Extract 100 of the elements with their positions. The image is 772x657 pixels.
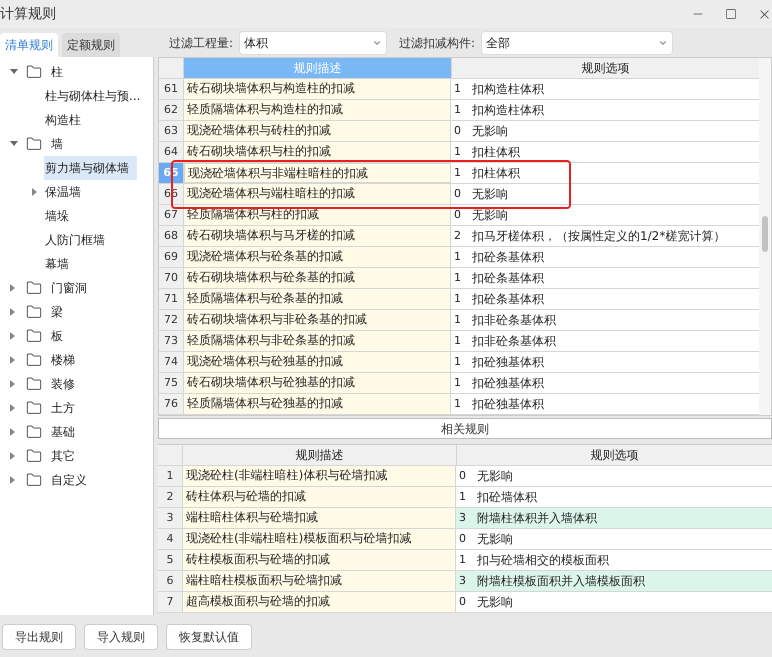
table-cell: 现浇砼墙体积与砼条基的扣减 <box>184 247 451 267</box>
folder-icon <box>26 376 42 392</box>
section-header: 相关规则 <box>158 418 772 439</box>
filter-label: 过滤扣减构件: <box>399 35 476 52</box>
table-cell: 轻质隔墙体积与砼独基的扣减 <box>184 394 451 414</box>
table-cell: 砖柱体积与砼墙的扣减 <box>183 487 456 507</box>
table-cell: 轻质隔墙体积与构造柱的扣减 <box>184 100 451 120</box>
folder-icon <box>26 400 42 416</box>
table-cell: 端柱暗柱模板面积与砼墙扣减 <box>183 571 456 591</box>
tree-item[interactable]: 梁 <box>50 300 64 324</box>
scrollbar-thumb[interactable] <box>762 216 768 252</box>
collapsed-caret-icon[interactable] <box>10 308 16 316</box>
row-number: 64 <box>159 142 184 162</box>
table-cell: 轻质隔墙体积与砼条基的扣减 <box>184 289 451 309</box>
tree-item[interactable]: 柱 <box>50 60 64 84</box>
row-number: 7 <box>158 592 183 612</box>
action-button[interactable]: 导入规则 <box>84 624 158 650</box>
tree-item[interactable]: 其它 <box>50 444 76 468</box>
option-cell: 3 附墙柱模板面积并入墙模板面积 <box>456 571 772 591</box>
row-number: 68 <box>159 226 184 246</box>
tree-item[interactable]: 楼梯 <box>50 348 76 372</box>
collapsed-caret-icon[interactable] <box>32 188 38 196</box>
collapsed-caret-icon[interactable] <box>10 332 16 340</box>
row-number: 62 <box>159 100 184 120</box>
column-header[interactable]: 规则选项 <box>451 58 759 78</box>
row-number: 75 <box>159 373 184 393</box>
row-number: 5 <box>158 550 183 570</box>
row-number: 72 <box>159 310 184 330</box>
row-number: 6 <box>158 571 183 591</box>
folder-icon <box>26 352 42 368</box>
tree-item[interactable]: 自定义 <box>50 468 88 492</box>
table-cell: 端柱暗柱体积与砼墙扣减 <box>183 508 456 528</box>
collapsed-caret-icon[interactable] <box>10 404 16 412</box>
table-cell: 超高模板面积与砼墙的扣减 <box>183 592 456 612</box>
table-cell: 砖石砌块墙体积与构造柱的扣减 <box>184 79 451 99</box>
tree-item[interactable]: 保温墙 <box>44 180 82 204</box>
collapsed-caret-icon[interactable] <box>10 380 16 388</box>
row-number: 69 <box>159 247 184 267</box>
table-cell: 轻质隔墙体积与柱的扣减 <box>184 205 451 225</box>
folder-icon <box>26 472 42 488</box>
table-cell: 现浇砼墙体积与非端柱暗柱的扣减 <box>184 163 451 183</box>
table-cell: 现浇砼墙体积与砖柱的扣减 <box>184 121 451 141</box>
folder-icon <box>26 328 42 344</box>
folder-icon <box>26 64 42 80</box>
row-number: 2 <box>158 487 183 507</box>
row-number: 4 <box>158 529 183 549</box>
tree-item[interactable]: 墙 <box>50 132 64 156</box>
filter-dropdown[interactable]: 体积 <box>239 31 388 55</box>
table-cell: 砖柱模板面积与砼墙的扣减 <box>183 550 456 570</box>
collapsed-caret-icon[interactable] <box>10 452 16 460</box>
collapsed-caret-icon[interactable] <box>10 356 16 364</box>
folder-icon <box>26 136 42 152</box>
tree-item[interactable]: 土方 <box>50 396 76 420</box>
row-number: 74 <box>159 352 184 372</box>
tree-item[interactable]: 人防门框墙 <box>44 228 106 252</box>
table-cell: 砖石砌块墙体积与砼独基的扣减 <box>184 373 451 393</box>
action-button[interactable]: 导出规则 <box>2 624 76 650</box>
table-cell: 砖石砌块墙体积与砼条基的扣减 <box>184 268 451 288</box>
tree-item[interactable]: 墙垛 <box>44 204 70 228</box>
table-cell: 现浇砼墙体积与砼独基的扣减 <box>184 352 451 372</box>
folder-icon <box>26 280 42 296</box>
maximize-icon[interactable] <box>725 8 737 20</box>
tree-item[interactable]: 幕墙 <box>44 252 70 276</box>
row-number: 71 <box>159 289 184 309</box>
collapsed-caret-icon[interactable] <box>10 476 16 484</box>
expanded-caret-icon[interactable] <box>10 69 18 75</box>
tree-item[interactable]: 门窗洞 <box>50 276 88 300</box>
tree-item[interactable]: 构造柱 <box>44 108 82 132</box>
tree-item[interactable]: 板 <box>50 324 64 348</box>
table-cell: 砖石砌块墙体积与马牙槎的扣减 <box>184 226 451 246</box>
tab[interactable]: 定额规则 <box>62 33 120 57</box>
action-button[interactable]: 恢复默认值 <box>166 624 252 650</box>
folder-icon <box>26 448 42 464</box>
filter-dropdown[interactable]: 全部 <box>481 31 674 55</box>
expanded-caret-icon[interactable] <box>10 141 18 147</box>
option-cell: 3 附墙柱体积并入墙体积 <box>456 508 772 528</box>
tab[interactable]: 清单规则 <box>0 33 58 57</box>
table-cell: 砖石砌块墙体积与柱的扣减 <box>184 142 451 162</box>
row-number: 1 <box>158 466 183 486</box>
table-cell: 现浇砼柱(非端柱暗柱)模板面积与砼墙扣减 <box>183 529 456 549</box>
folder-icon <box>26 304 42 320</box>
folder-icon <box>26 424 42 440</box>
collapsed-caret-icon[interactable] <box>10 284 16 292</box>
row-number: 63 <box>159 121 184 141</box>
row-number: 76 <box>159 394 184 414</box>
row-number: 70 <box>159 268 184 288</box>
table-cell: 现浇砼柱(非端柱暗柱)体积与砼墙扣减 <box>183 466 456 486</box>
collapsed-caret-icon[interactable] <box>10 428 16 436</box>
column-header[interactable]: 规则选项 <box>456 445 772 465</box>
row-number: 61 <box>159 79 184 99</box>
filter-label: 过滤工程量: <box>169 35 234 52</box>
tree-item[interactable]: 装修 <box>50 372 76 396</box>
tree-item[interactable]: 柱与砌体柱与预... <box>44 84 142 108</box>
column-header[interactable]: 规则描述 <box>183 445 456 465</box>
window-title: 计算规则 <box>0 4 56 24</box>
table-cell: 现浇砼墙体积与端柱暗柱的扣减 <box>184 184 451 204</box>
tree-item[interactable]: 基础 <box>50 420 76 444</box>
tree-item[interactable]: 剪力墙与砌体墙 <box>44 156 137 180</box>
table-cell: 砖石砌块墙体积与非砼条基的扣减 <box>184 310 451 330</box>
row-number: 3 <box>158 508 183 528</box>
